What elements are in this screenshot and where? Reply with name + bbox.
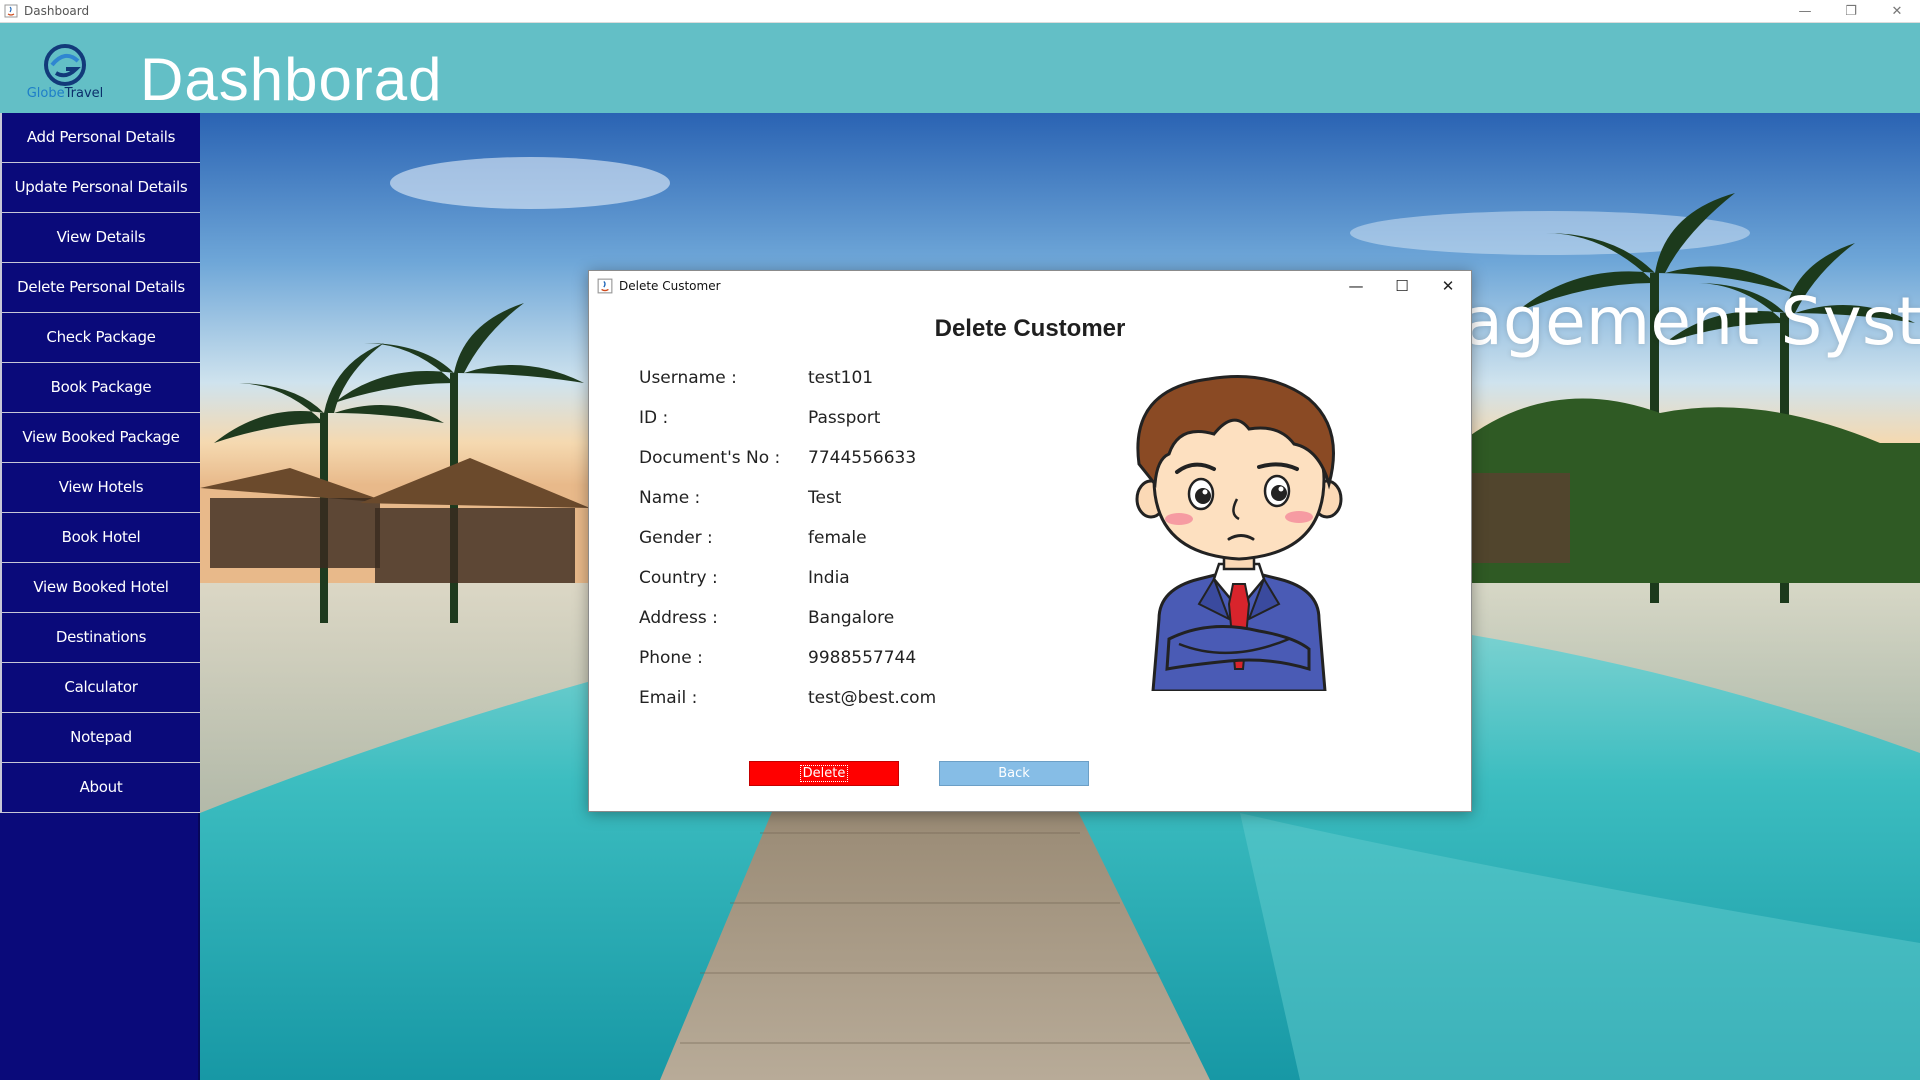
globe-travel-logo: GlobeTravel	[22, 43, 108, 109]
phone-value: 9988557744	[808, 648, 917, 668]
java-app-icon	[4, 4, 18, 18]
sidebar-item-view-details[interactable]: View Details	[0, 213, 200, 263]
sidebar-item-view-hotels[interactable]: View Hotels	[0, 463, 200, 513]
email-label: Email :	[639, 688, 698, 708]
close-button[interactable]: ✕	[1874, 0, 1920, 23]
name-label: Name :	[639, 488, 701, 508]
dialog-heading: Delete Customer	[934, 315, 1126, 342]
window-titlebar: Dashboard — ❐ ✕	[0, 0, 1920, 23]
address-value: Bangalore	[808, 608, 895, 628]
java-app-icon	[597, 278, 613, 294]
document-no-value: 7744556633	[808, 448, 917, 468]
globe-logo-icon	[44, 44, 86, 86]
logo-text: GlobeTravel	[26, 86, 104, 101]
sidebar-item-check-package[interactable]: Check Package	[0, 313, 200, 363]
sidebar-item-book-hotel[interactable]: Book Hotel	[0, 513, 200, 563]
back-button[interactable]: Back	[939, 761, 1089, 786]
minimize-button[interactable]: —	[1782, 0, 1828, 23]
sidebar: Add Personal Details Update Personal Det…	[0, 113, 200, 1080]
app-header: GlobeTravel Dashborad	[0, 23, 1920, 113]
window-controls: — ❐ ✕	[1782, 0, 1920, 23]
sidebar-item-notepad[interactable]: Notepad	[0, 713, 200, 763]
sidebar-item-about[interactable]: About	[0, 763, 200, 813]
delete-button[interactable]: Delete	[749, 761, 899, 786]
confused-man-avatar-icon	[1135, 375, 1343, 691]
dialog-maximize-button[interactable]: ☐	[1379, 271, 1425, 301]
username-value: test101	[808, 368, 874, 388]
country-value: India	[808, 568, 850, 588]
dialog-controls: — ☐ ✕	[1333, 271, 1471, 301]
sidebar-item-destinations[interactable]: Destinations	[0, 613, 200, 663]
email-value: test@best.com	[808, 688, 937, 708]
dialog-title: Delete Customer	[619, 279, 721, 293]
dialog-minimize-button[interactable]: —	[1333, 271, 1379, 301]
page-title: Dashborad	[140, 46, 443, 113]
sidebar-item-delete-personal-details[interactable]: Delete Personal Details	[0, 263, 200, 313]
phone-label: Phone :	[639, 648, 703, 668]
restore-button[interactable]: ❐	[1828, 0, 1874, 23]
name-value: Test	[808, 488, 842, 508]
window-title: Dashboard	[24, 4, 90, 18]
sidebar-item-calculator[interactable]: Calculator	[0, 663, 200, 713]
sidebar-item-add-personal-details[interactable]: Add Personal Details	[0, 113, 200, 163]
gender-value: female	[808, 528, 867, 548]
country-label: Country :	[639, 568, 718, 588]
delete-customer-dialog: Delete Customer — ☐ ✕ Delete Customer Us…	[588, 270, 1472, 812]
id-value: Passport	[808, 408, 881, 428]
sidebar-item-book-package[interactable]: Book Package	[0, 363, 200, 413]
sidebar-item-view-booked-package[interactable]: View Booked Package	[0, 413, 200, 463]
gender-label: Gender :	[639, 528, 713, 548]
document-no-label: Document's No :	[639, 448, 781, 468]
delete-button-label: Delete	[799, 765, 849, 782]
id-label: ID :	[639, 408, 669, 428]
dialog-close-button[interactable]: ✕	[1425, 271, 1471, 301]
sidebar-item-update-personal-details[interactable]: Update Personal Details	[0, 163, 200, 213]
sidebar-item-view-booked-hotel[interactable]: View Booked Hotel	[0, 563, 200, 613]
dialog-titlebar: Delete Customer — ☐ ✕	[589, 271, 1471, 301]
username-label: Username :	[639, 368, 737, 388]
address-label: Address :	[639, 608, 718, 628]
